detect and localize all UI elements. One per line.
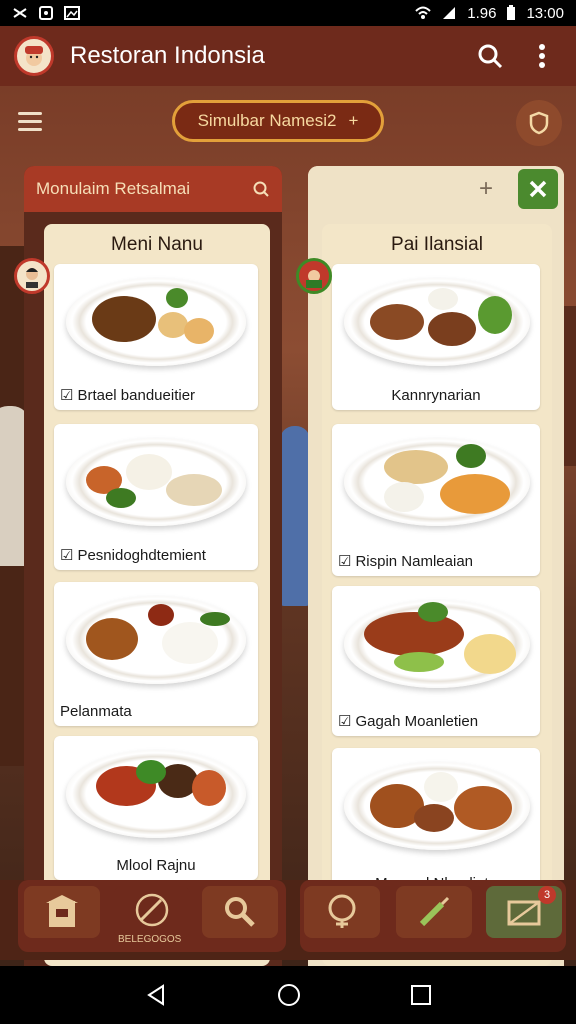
scene-person-middle <box>280 426 310 606</box>
add-button[interactable]: + <box>472 175 500 203</box>
restaurant-scene: Simulbar Namesi2 + Monulaim Retsalmai Me… <box>0 86 576 966</box>
menu-card-label: Pelanmata <box>60 703 132 720</box>
menu-card[interactable]: Pelanmata <box>54 582 258 726</box>
battery-icon <box>507 5 516 20</box>
menu-card[interactable]: ☑ Brtael bandueitier <box>54 264 258 410</box>
menu-card[interactable]: Kannrynarian <box>332 264 540 410</box>
left-menu-column: Meni Nanu ☑ Brtael bandueitier ☑ Pesnido… <box>44 224 270 966</box>
cabinet-icon <box>46 895 78 927</box>
right-column-title: Pai Ilansial <box>391 234 483 255</box>
search-icon <box>478 44 503 69</box>
recents-icon[interactable] <box>410 984 432 1006</box>
plate-image <box>66 278 246 366</box>
plate-image <box>344 278 530 366</box>
plate-image <box>344 438 530 526</box>
right-panel: + Pai Ilansial Kannrynarian ☑ Rispin Nam… <box>308 166 564 966</box>
storage-button[interactable] <box>24 886 100 938</box>
simulation-label: Simulbar Namesi2 <box>197 111 337 130</box>
cooking-icon <box>135 893 169 927</box>
left-column-title: Meni Nanu <box>111 234 203 255</box>
check-icon: ☑ <box>60 547 74 564</box>
right-panel-header: + <box>308 166 564 212</box>
right-menu-column: Pai Ilansial Kannrynarian ☑ Rispin Namle… <box>322 224 552 966</box>
chef-avatar[interactable] <box>14 36 54 76</box>
search-button[interactable] <box>470 36 510 76</box>
close-button[interactable] <box>518 169 558 209</box>
menu-card-label: ☑ Pesnidoghdtemient <box>60 546 206 565</box>
tray-group-left: BELEGOGOS <box>18 880 286 952</box>
battery-percent: 1.96 <box>467 4 497 22</box>
plate-image <box>344 600 530 688</box>
search-small-icon[interactable] <box>252 180 270 198</box>
inspect-button[interactable] <box>202 886 278 938</box>
left-panel-header: Monulaim Retsalmai <box>24 166 282 212</box>
wifi-icon <box>415 6 431 19</box>
status-left <box>12 5 80 21</box>
menu-card[interactable]: ☑ Gagah Moanletien <box>332 586 540 736</box>
menu-card-label: ☑ Gagah Moanletien <box>338 712 479 731</box>
menu-card-label: Kannrynarian <box>391 387 481 404</box>
more-icon <box>539 44 545 68</box>
more-button[interactable] <box>522 36 562 76</box>
notification-icon <box>39 6 53 20</box>
chef-avatar-small[interactable] <box>296 258 332 294</box>
menu-card-label: Mlool Rajnu <box>116 857 196 874</box>
app-title: Restoran Indonsia <box>70 42 265 69</box>
envelope-icon <box>507 900 541 926</box>
signal-icon <box>443 7 456 19</box>
close-icon <box>529 180 547 198</box>
orders-button[interactable]: 3 <box>486 886 562 938</box>
system-nav-bar <box>0 966 576 1024</box>
bottom-toolbar: BELEGOGOS 3 <box>0 880 576 960</box>
left-panel-title: Monulaim Retsalmai <box>36 179 190 198</box>
plate-image <box>344 762 530 850</box>
back-icon[interactable] <box>144 983 168 1007</box>
magnifier-icon <box>225 897 255 927</box>
check-icon: ☑ <box>338 553 352 570</box>
left-panel: Monulaim Retsalmai Meni Nanu ☑ Brtael ba… <box>24 166 282 966</box>
serve-button[interactable] <box>304 886 380 938</box>
plate-image <box>66 750 246 838</box>
tool-button[interactable] <box>396 886 472 938</box>
home-icon[interactable] <box>277 983 301 1007</box>
plate-image <box>66 596 246 684</box>
check-icon: ☑ <box>60 387 74 404</box>
tray-group-right: 3 <box>300 880 566 952</box>
clock: 13:00 <box>526 4 564 22</box>
menu-card-label: ☑ Rispin Namleaian <box>338 552 474 571</box>
tray-label: BELEGOGOS <box>118 934 182 945</box>
shuffle-icon <box>13 8 27 18</box>
menu-card[interactable]: Mapreal Nlaodiatn <box>332 748 540 898</box>
menu-card-label: ☑ Brtael bandueitier <box>60 386 196 405</box>
plate-image <box>66 438 246 526</box>
chef-icon <box>25 46 43 66</box>
shield-button[interactable] <box>516 100 562 146</box>
menu-card[interactable]: ☑ Pesnidoghdtemient <box>54 424 258 570</box>
customer-avatar[interactable] <box>14 258 50 294</box>
menu-card[interactable]: Mlool Rajnu <box>54 736 258 880</box>
app-bar: Restoran Indonsia <box>0 26 576 86</box>
knife-icon <box>419 896 450 927</box>
person-icon <box>26 268 38 288</box>
check-icon: ☑ <box>338 713 352 730</box>
simulation-button[interactable]: Simulbar Namesi2 + <box>172 100 384 142</box>
dish-icon <box>328 894 356 928</box>
image-icon <box>64 6 80 20</box>
menu-card[interactable]: ☑ Rispin Namleaian <box>332 424 540 576</box>
orders-badge: 3 <box>538 886 556 904</box>
person-icon <box>306 270 322 288</box>
shield-icon <box>529 111 549 135</box>
menu-icon <box>18 111 42 115</box>
status-bar: 1.96 13:00 <box>0 0 576 26</box>
cooking-button[interactable] <box>114 886 190 938</box>
status-right: 1.96 13:00 <box>415 5 564 22</box>
menu-button[interactable] <box>18 99 62 143</box>
simulation-arrow: + <box>348 111 359 130</box>
